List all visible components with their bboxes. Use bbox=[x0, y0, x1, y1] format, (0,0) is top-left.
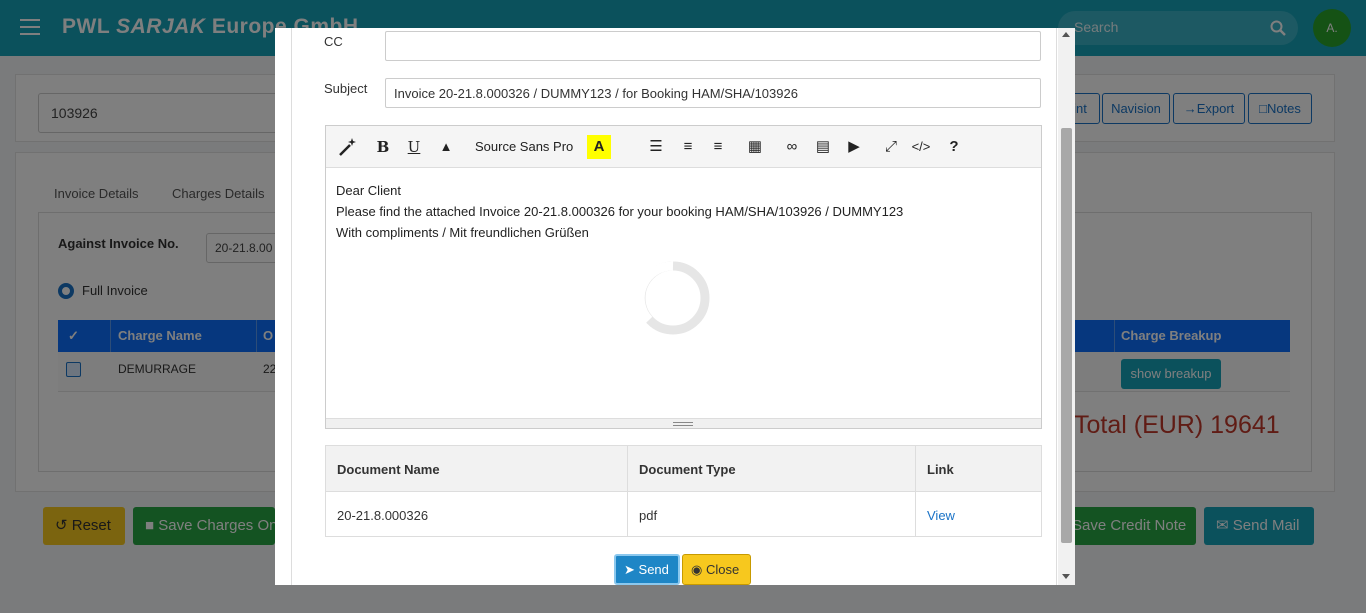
underline-icon[interactable]: U bbox=[402, 135, 426, 159]
editor-resize-handle[interactable] bbox=[326, 418, 1041, 428]
table-icon[interactable]: ▦ bbox=[743, 135, 767, 159]
align-icon[interactable]: ≡ bbox=[706, 135, 730, 159]
editor-content[interactable]: Dear Client Please find the attached Inv… bbox=[336, 180, 1026, 243]
modal-scrollbar[interactable] bbox=[1058, 28, 1075, 585]
scroll-up-icon[interactable] bbox=[1062, 32, 1070, 37]
view-document-link[interactable]: View bbox=[927, 508, 955, 523]
link-icon[interactable]: ∞ bbox=[780, 135, 804, 159]
bold-icon[interactable]: B bbox=[371, 135, 395, 159]
code-view-icon[interactable]: </> bbox=[909, 135, 933, 159]
close-button[interactable]: ◉ Close bbox=[682, 554, 751, 585]
col-document-name: Document Name bbox=[337, 462, 440, 477]
close-icon: ◉ bbox=[691, 562, 703, 577]
send-invoice-modal: CC Subject Invoice 20-21.8.000326 / DUMM… bbox=[275, 28, 1075, 585]
scroll-thumb[interactable] bbox=[1061, 128, 1072, 543]
eraser-icon[interactable]: ▲ bbox=[434, 135, 458, 159]
video-icon[interactable]: ▶ bbox=[842, 135, 866, 159]
subject-label: Subject bbox=[324, 81, 368, 96]
send-button[interactable]: ➤ Send bbox=[614, 554, 680, 585]
cc-field[interactable] bbox=[385, 31, 1041, 61]
editor-toolbar: B U ▲ Source Sans Pro A ☰ ≡ ≡ ▦ ∞ ▤ ▶ ⤢ … bbox=[326, 126, 1041, 168]
scroll-down-icon[interactable] bbox=[1062, 574, 1070, 579]
document-name-cell: 20-21.8.000326 bbox=[337, 508, 429, 523]
editor-line: With compliments / Mit freundlichen Grüß… bbox=[336, 225, 589, 240]
ordered-list-icon[interactable]: ≡ bbox=[676, 135, 700, 159]
document-type-cell: pdf bbox=[639, 508, 658, 523]
documents-table: Document Name Document Type Link 20-21.8… bbox=[325, 445, 1042, 537]
fullscreen-icon[interactable]: ⤢ bbox=[879, 135, 903, 159]
editor-line: Dear Client bbox=[336, 183, 402, 198]
magic-wand-icon[interactable] bbox=[336, 135, 360, 159]
image-icon[interactable]: ▤ bbox=[811, 135, 835, 159]
help-icon[interactable]: ? bbox=[942, 135, 966, 159]
col-document-type: Document Type bbox=[639, 462, 736, 477]
editor-line: Please find the attached Invoice 20-21.8… bbox=[336, 204, 904, 219]
cc-label: CC bbox=[324, 34, 343, 49]
font-family-dropdown[interactable]: Source Sans Pro bbox=[475, 135, 573, 159]
unordered-list-icon[interactable]: ☰ bbox=[644, 135, 668, 159]
subject-field[interactable]: Invoice 20-21.8.000326 / DUMMY123 / for … bbox=[385, 78, 1041, 108]
send-icon: ➤ bbox=[624, 562, 635, 577]
close-label: Close bbox=[705, 562, 740, 577]
col-link: Link bbox=[927, 462, 954, 477]
font-color-icon[interactable]: A bbox=[587, 135, 611, 159]
send-label: Send bbox=[638, 562, 669, 577]
loading-spinner-icon bbox=[635, 261, 710, 335]
